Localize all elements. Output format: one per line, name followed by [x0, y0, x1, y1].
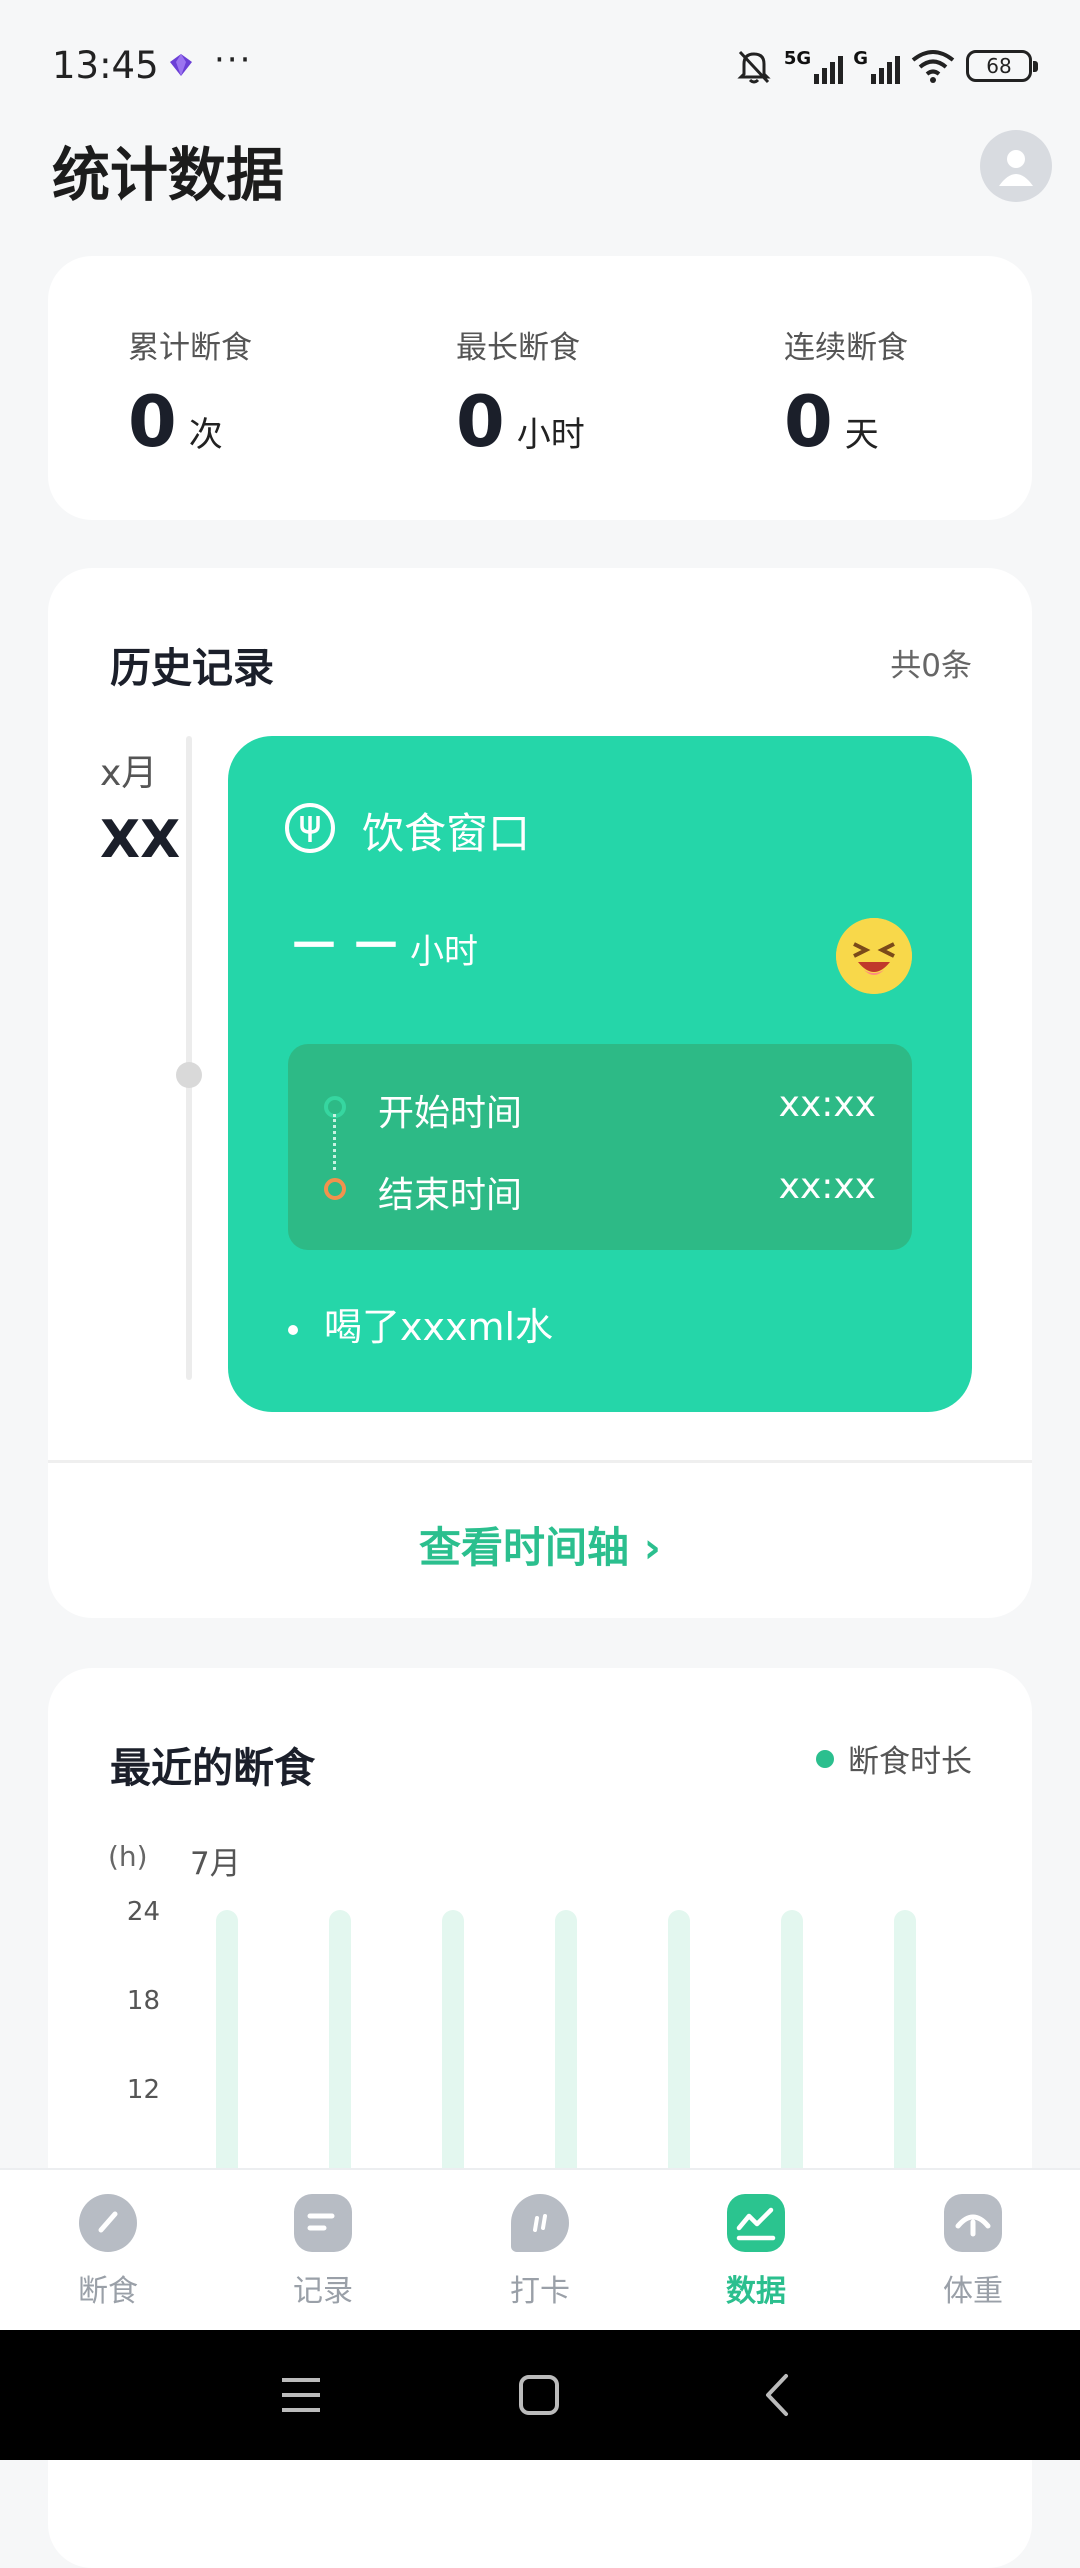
- bar-track: [216, 1910, 238, 2178]
- stat-unit: 小时: [516, 415, 585, 455]
- stat-longest-fast: 最长断食 0 小时: [456, 322, 585, 463]
- stat-value: 0: [456, 381, 505, 463]
- stat-label: 累计断食: [128, 330, 252, 366]
- system-nav-bar: [0, 2330, 1080, 2460]
- nav-label: 断食: [78, 2274, 138, 2309]
- history-month: x月: [100, 753, 158, 794]
- nav-label: 数据: [726, 2274, 786, 2309]
- legend-dot: [816, 1749, 834, 1768]
- nav-item-weight[interactable]: 体重: [898, 2194, 1048, 2310]
- mute-icon: [737, 50, 771, 84]
- status-more: ···: [214, 40, 253, 80]
- time-connector: [333, 1114, 336, 1170]
- chart-month: 7月: [190, 1846, 241, 1882]
- eating-window-card[interactable]: 饮食窗口 －－ 小时 开始时间 xx:xx 结束时间 xx:xx 喝了xxxml…: [228, 736, 972, 1412]
- bullet-icon: [288, 1324, 298, 1335]
- water-text: 喝了xxxml水: [324, 1305, 554, 1349]
- chat-icon: [511, 2194, 569, 2252]
- nav-label: 打卡: [510, 2274, 570, 2309]
- start-time-value: xx:xx: [778, 1084, 876, 1125]
- bar-track: [329, 1910, 351, 2178]
- laughing-emoji-icon: [836, 918, 912, 994]
- user-icon: [999, 150, 1033, 186]
- window-title: 饮食窗口: [362, 809, 531, 858]
- legend-label: 断食时长: [848, 1744, 972, 1780]
- signal-g-icon: G: [853, 48, 900, 84]
- bar-track: [781, 1910, 803, 2178]
- stat-total-fasts: 累计断食 0 次: [128, 322, 252, 463]
- wifi-icon: [911, 50, 955, 83]
- y-tick-label: 24: [127, 1898, 160, 1927]
- view-timeline-link[interactable]: 查看时间轴 ›: [48, 1514, 1032, 1575]
- bottom-nav: 断食 记录 打卡 数据 体重: [0, 2168, 1080, 2332]
- stat-value: 0: [128, 381, 177, 463]
- gauge-icon: [79, 2194, 137, 2252]
- bar-track: [668, 1910, 690, 2178]
- signal-5g-icon: 5G: [784, 48, 844, 84]
- stat-label: 连续断食: [784, 330, 908, 366]
- time-panel: 开始时间 xx:xx 结束时间 xx:xx: [288, 1044, 912, 1250]
- end-time-value: xx:xx: [778, 1166, 876, 1207]
- status-icons: 5G G 68: [734, 44, 1038, 88]
- stat-unit: 次: [188, 415, 223, 455]
- end-ring-icon: [324, 1178, 346, 1200]
- history-count: 共0条: [890, 648, 972, 684]
- back-icon[interactable]: [756, 2372, 802, 2418]
- y-axis-unit: (h): [108, 1840, 148, 1873]
- bar-track: [442, 1910, 464, 2178]
- stat-unit: 天: [844, 415, 879, 455]
- divider: [48, 1460, 1032, 1463]
- battery-icon: 68: [966, 50, 1038, 82]
- start-time-label: 开始时间: [378, 1093, 523, 1134]
- chart-icon: [727, 2194, 785, 2252]
- app-notification-icon: [170, 54, 192, 76]
- nav-item-records[interactable]: 记录: [248, 2194, 398, 2310]
- history-title: 历史记录: [110, 644, 274, 692]
- timeline-dot: [176, 1062, 202, 1088]
- nav-label: 记录: [293, 2274, 353, 2309]
- status-time: 13:45: [52, 44, 159, 87]
- water-note: 喝了xxxml水: [288, 1296, 553, 1351]
- avatar[interactable]: [980, 130, 1052, 202]
- fork-icon: [285, 803, 335, 853]
- y-tick-label: 12: [127, 2075, 160, 2105]
- history-day: XX: [100, 810, 181, 870]
- hours-unit: 小时: [410, 932, 478, 972]
- home-icon[interactable]: [516, 2372, 562, 2418]
- stat-label: 最长断食: [456, 330, 580, 366]
- scale-icon: [944, 2194, 1002, 2252]
- stat-value: 0: [784, 381, 833, 463]
- nav-item-data[interactable]: 数据: [681, 2194, 831, 2310]
- menu-icon[interactable]: [278, 2372, 324, 2418]
- stats-card: 累计断食 0 次 最长断食 0 小时 连续断食 0 天: [48, 256, 1032, 520]
- stat-streak: 连续断食 0 天: [784, 322, 908, 463]
- bar-track: [555, 1910, 577, 2178]
- chart-legend: 断食时长: [816, 1736, 972, 1781]
- page-title: 统计数据: [52, 141, 285, 209]
- hours-value: －－: [288, 917, 413, 977]
- recent-title: 最近的断食: [110, 1744, 315, 1792]
- nav-item-fasting[interactable]: 断食: [33, 2194, 183, 2310]
- nav-label: 体重: [943, 2274, 1003, 2309]
- end-time-label: 结束时间: [378, 1175, 523, 1216]
- timeline-line: [186, 736, 192, 1380]
- bar-track: [894, 1910, 916, 2178]
- notes-icon: [294, 2194, 352, 2252]
- history-card: 历史记录 共0条 x月 XX 饮食窗口 －－ 小时 开始时间 xx:xx 结束时…: [48, 568, 1032, 1618]
- nav-item-checkin[interactable]: 打卡: [465, 2194, 615, 2310]
- fasting-chart: 24 18 12: [127, 1898, 916, 2178]
- y-tick-label: 18: [127, 1986, 160, 2016]
